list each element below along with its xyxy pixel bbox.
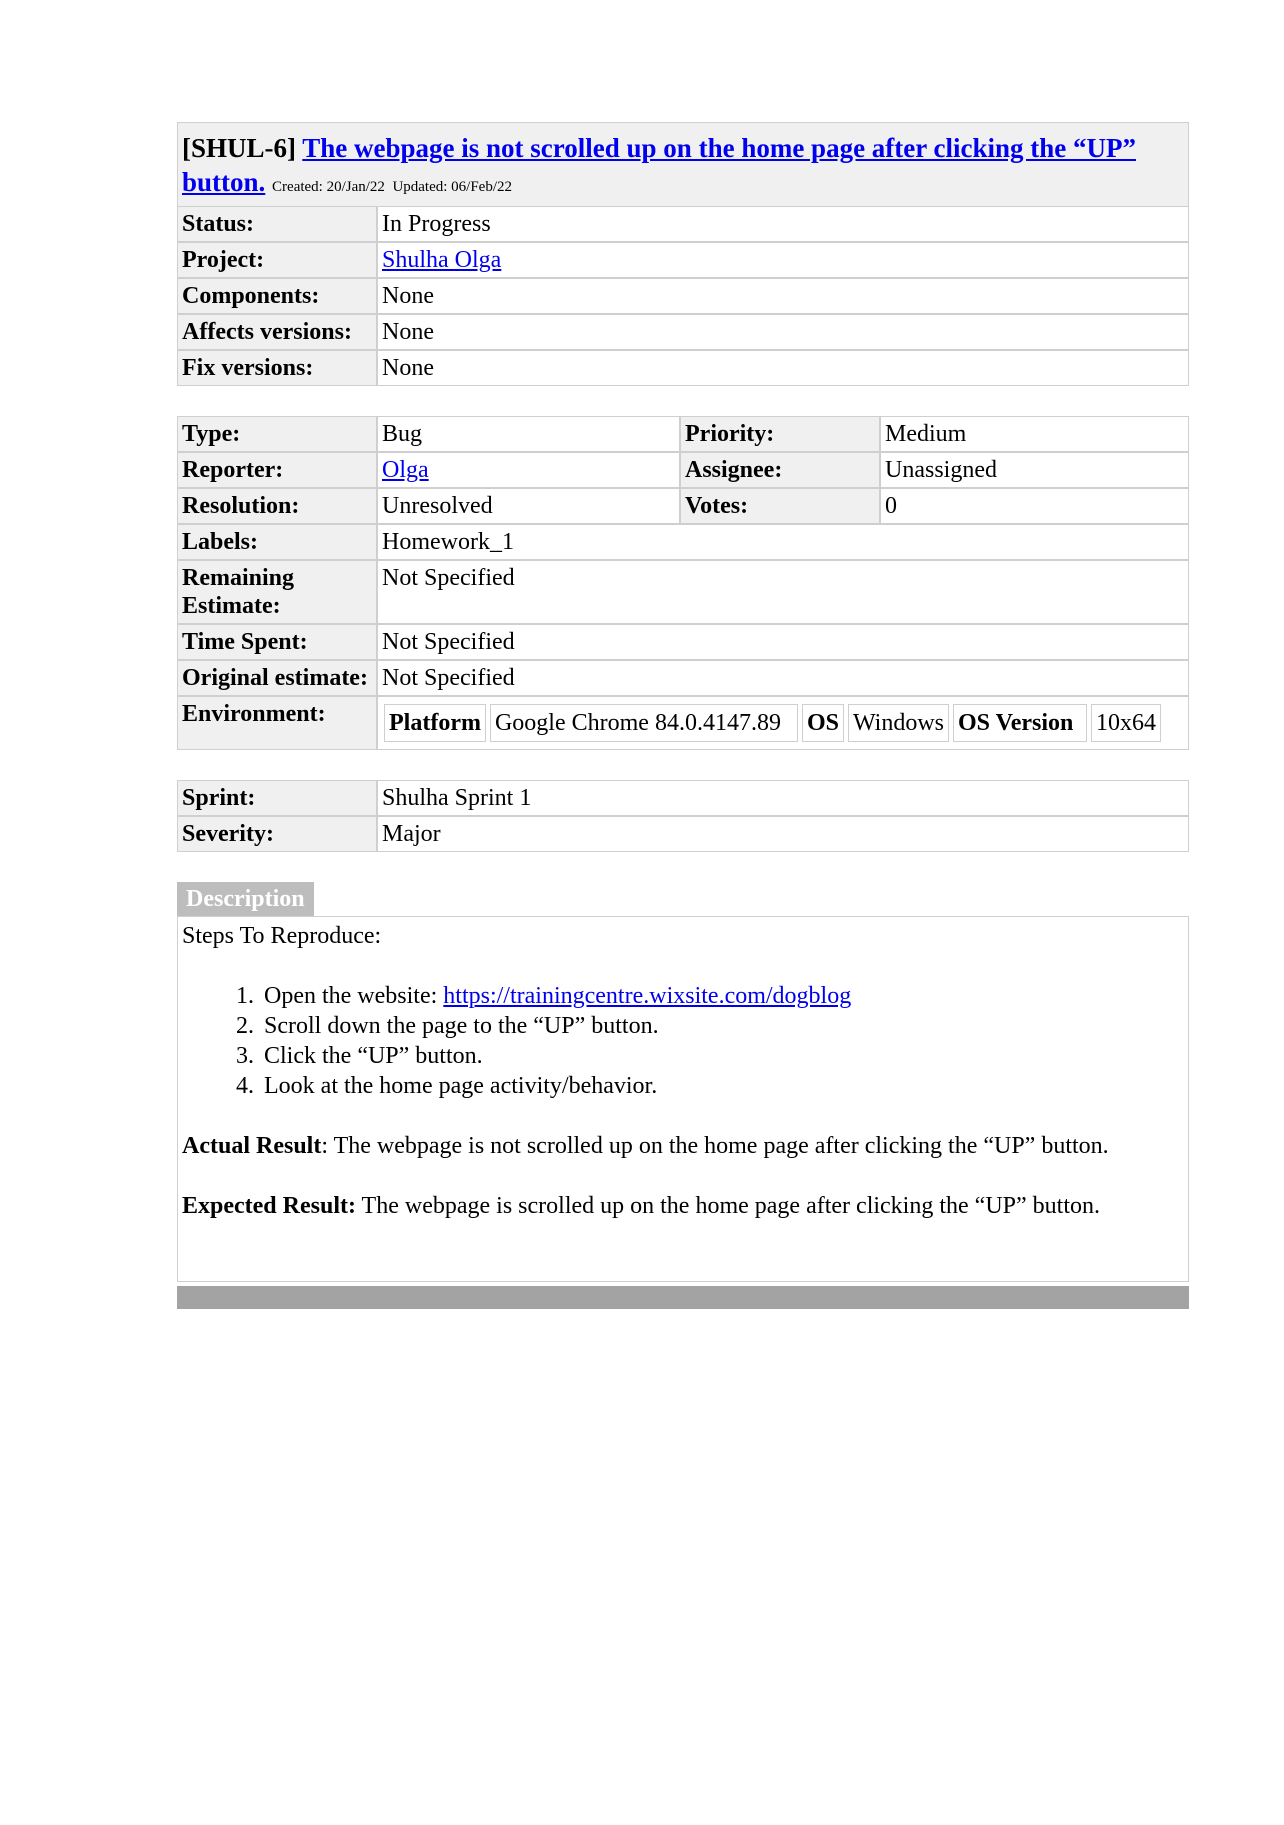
step-item: Look at the home page activity/behavior. xyxy=(260,1071,1184,1101)
resolution-label: Resolution: xyxy=(177,488,377,524)
environment-label: Environment: xyxy=(177,696,377,750)
status-label: Status: xyxy=(177,206,377,242)
project-cell: Shulha Olga xyxy=(377,242,1189,278)
time-spent-label: Time Spent: xyxy=(177,624,377,660)
details-row: Labels: Homework_1 xyxy=(177,524,1189,560)
summary-row: Fix versions: None xyxy=(177,350,1189,386)
os-version-value: 10x64 xyxy=(1091,704,1162,742)
reporter-cell: Olga xyxy=(377,452,680,488)
priority-label: Priority: xyxy=(680,416,880,452)
environment-table: Platform Google Chrome 84.0.4147.89 OS W… xyxy=(380,700,1165,746)
os-version-label: OS Version xyxy=(953,704,1088,742)
affects-versions-label: Affects versions: xyxy=(177,314,377,350)
resolution-value: Unresolved xyxy=(377,488,680,524)
issue-key: [SHUL-6] xyxy=(182,133,296,163)
actual-result: Actual Result: The webpage is not scroll… xyxy=(182,1131,1184,1161)
steps-list: Open the website: https://trainingcentre… xyxy=(182,981,1184,1101)
assignee-label: Assignee: xyxy=(680,452,880,488)
issue-header: [SHUL-6] The webpage is not scrolled up … xyxy=(177,122,1189,206)
platform-value: Google Chrome 84.0.4147.89 xyxy=(489,704,798,742)
components-value: None xyxy=(377,278,1189,314)
issue-dates: Created: 20/Jan/22 Updated: 06/Feb/22 xyxy=(272,179,512,195)
assignee-value: Unassigned xyxy=(880,452,1189,488)
details-row: Environment: Platform Google Chrome 84.0… xyxy=(177,696,1189,750)
custom-fields-table: Sprint: Shulha Sprint 1 Severity: Major xyxy=(177,780,1189,852)
created-label: Created: xyxy=(272,179,323,195)
summary-table: Status: In Progress Project: Shulha Olga… xyxy=(177,206,1189,386)
footer-bar xyxy=(177,1286,1189,1309)
updated-date: 06/Feb/22 xyxy=(451,179,513,195)
status-value: In Progress xyxy=(377,206,1189,242)
project-label: Project: xyxy=(177,242,377,278)
os-value: Windows xyxy=(847,704,950,742)
description-tab: Description xyxy=(177,882,314,916)
remaining-estimate-label: Remaining Estimate: xyxy=(177,560,377,624)
step-1-text: Open the website: xyxy=(264,983,444,1009)
created-date: 20/Jan/22 xyxy=(326,179,385,195)
reporter-link[interactable]: Olga xyxy=(382,457,429,483)
details-row: Reporter: Olga Assignee: Unassigned xyxy=(177,452,1189,488)
components-label: Components: xyxy=(177,278,377,314)
original-estimate-label: Original estimate: xyxy=(177,660,377,696)
updated-label: Updated: xyxy=(392,179,448,195)
details-row: Remaining Estimate: Not Specified xyxy=(177,560,1189,624)
summary-row: Affects versions: None xyxy=(177,314,1189,350)
actual-result-text: : The webpage is not scrolled up on the … xyxy=(321,1133,1109,1159)
website-link[interactable]: https://trainingcentre.wixsite.com/dogbl… xyxy=(443,983,851,1009)
details-row: Original estimate: Not Specified xyxy=(177,660,1189,696)
details-row: Type: Bug Priority: Medium xyxy=(177,416,1189,452)
expected-result-label: Expected Result: xyxy=(182,1193,356,1219)
reporter-label: Reporter: xyxy=(177,452,377,488)
custom-field-row: Sprint: Shulha Sprint 1 xyxy=(177,780,1189,816)
steps-intro: Steps To Reproduce: xyxy=(182,923,382,949)
labels-value: Homework_1 xyxy=(377,524,1189,560)
remaining-estimate-value: Not Specified xyxy=(377,560,1189,624)
votes-value: 0 xyxy=(880,488,1189,524)
labels-label: Labels: xyxy=(177,524,377,560)
description-body: Steps To Reproduce: Open the website: ht… xyxy=(177,916,1189,1282)
votes-label: Votes: xyxy=(680,488,880,524)
custom-field-row: Severity: Major xyxy=(177,816,1189,852)
expected-result: Expected Result: The webpage is scrolled… xyxy=(182,1191,1184,1221)
fix-versions-value: None xyxy=(377,350,1189,386)
environment-cell: Platform Google Chrome 84.0.4147.89 OS W… xyxy=(377,696,1189,750)
summary-row: Components: None xyxy=(177,278,1189,314)
os-label: OS xyxy=(801,704,844,742)
priority-value: Medium xyxy=(880,416,1189,452)
original-estimate-value: Not Specified xyxy=(377,660,1189,696)
details-row: Resolution: Unresolved Votes: 0 xyxy=(177,488,1189,524)
step-item: Scroll down the page to the “UP” button. xyxy=(260,1011,1184,1041)
type-value: Bug xyxy=(377,416,680,452)
step-item: Open the website: https://trainingcentre… xyxy=(260,981,1184,1011)
project-link[interactable]: Shulha Olga xyxy=(382,247,501,273)
time-spent-value: Not Specified xyxy=(377,624,1189,660)
severity-value: Major xyxy=(377,816,1189,852)
issue-title-line: [SHUL-6] The webpage is not scrolled up … xyxy=(182,131,1184,204)
type-label: Type: xyxy=(177,416,377,452)
affects-versions-value: None xyxy=(377,314,1189,350)
actual-result-label: Actual Result xyxy=(182,1133,322,1159)
platform-label: Platform xyxy=(384,704,486,742)
severity-label: Severity: xyxy=(177,816,377,852)
summary-row: Project: Shulha Olga xyxy=(177,242,1189,278)
environment-row: Platform Google Chrome 84.0.4147.89 OS W… xyxy=(384,704,1162,742)
fix-versions-label: Fix versions: xyxy=(177,350,377,386)
sprint-value: Shulha Sprint 1 xyxy=(377,780,1189,816)
expected-result-text: The webpage is scrolled up on the home p… xyxy=(355,1193,1100,1219)
details-table: Type: Bug Priority: Medium Reporter: Olg… xyxy=(177,416,1189,750)
step-item: Click the “UP” button. xyxy=(260,1041,1184,1071)
sprint-label: Sprint: xyxy=(177,780,377,816)
summary-row: Status: In Progress xyxy=(177,206,1189,242)
details-row: Time Spent: Not Specified xyxy=(177,624,1189,660)
issue-document: [SHUL-6] The webpage is not scrolled up … xyxy=(177,122,1189,1309)
